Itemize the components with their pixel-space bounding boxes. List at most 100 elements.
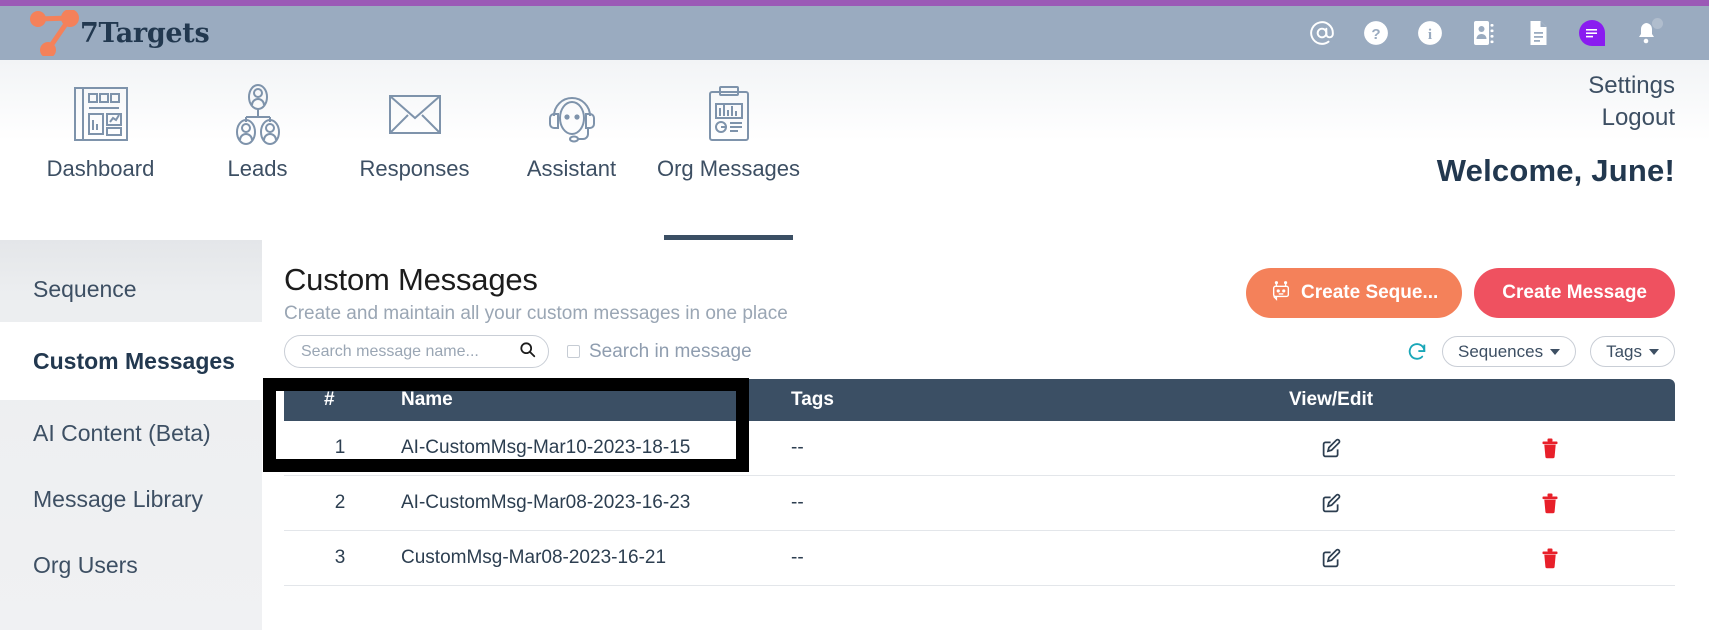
edit-pencil-icon[interactable]	[1321, 548, 1342, 569]
create-sequence-label: Create Seque...	[1301, 282, 1439, 303]
notification-bell-icon[interactable]	[1633, 18, 1663, 46]
search-box[interactable]	[284, 335, 549, 368]
account-actions: Settings Logout Welcome, June!	[1437, 70, 1675, 189]
sidebar-item-label: Message Library	[33, 485, 204, 512]
document-icon[interactable]	[1525, 20, 1551, 46]
page-title: Custom Messages	[284, 262, 538, 297]
at-mention-icon[interactable]	[1309, 20, 1335, 46]
sidebar-item-label: AI Content (Beta)	[33, 419, 211, 446]
create-message-button[interactable]: Create Message	[1474, 268, 1675, 318]
topbar-icon-group: ? i	[1309, 18, 1685, 46]
content-header: Custom Messages Create and maintain all …	[284, 262, 1675, 325]
row-edit-action[interactable]	[1238, 548, 1424, 569]
row-edit-action[interactable]	[1238, 438, 1424, 459]
filter-toolbar: Search in message Sequences Tags	[284, 335, 1675, 368]
svg-text:i: i	[1428, 26, 1432, 43]
table-row[interactable]: 1 AI-CustomMsg-Mar10-2023-18-15 --	[284, 421, 1675, 476]
row-tags: --	[791, 492, 804, 513]
brand-name: 7Targets	[80, 17, 210, 49]
row-delete-action[interactable]	[1424, 547, 1675, 569]
nav-label-org-messages: Org Messages	[656, 156, 801, 181]
settings-link[interactable]: Settings	[1437, 70, 1675, 102]
nav-item-org-messages[interactable]: Org Messages	[650, 60, 807, 240]
refresh-icon[interactable]	[1406, 341, 1428, 363]
sequences-filter-dropdown[interactable]: Sequences	[1442, 336, 1577, 367]
page-subtitle: Create and maintain all your custom mess…	[284, 303, 788, 324]
sidebar-item-label: Sequence	[33, 275, 137, 302]
chevron-down-icon	[1649, 348, 1659, 355]
nav-item-leads[interactable]: Leads	[179, 60, 336, 240]
notification-badge-dot	[1652, 18, 1663, 29]
column-header-number: #	[324, 389, 335, 410]
edit-pencil-icon[interactable]	[1321, 438, 1342, 459]
row-delete-action[interactable]	[1424, 492, 1675, 514]
tags-filter-dropdown[interactable]: Tags	[1590, 336, 1675, 367]
sidebar-item-label: Org Users	[33, 551, 138, 578]
leads-people-icon	[224, 78, 292, 150]
tags-filter-label: Tags	[1606, 341, 1642, 361]
robot-icon	[1270, 279, 1292, 307]
nav-item-assistant[interactable]: Assistant	[493, 60, 650, 240]
nav-label-assistant: Assistant	[526, 156, 617, 181]
main-navigation: Dashboard Leads Responses Assistant Org …	[0, 60, 1709, 240]
page-body: Sequence Custom Messages AI Content (Bet…	[0, 240, 1709, 630]
table-header-row: # Name Tags View/Edit	[284, 379, 1675, 421]
envelope-icon	[381, 78, 449, 150]
messages-table: # Name Tags View/Edit 1 AI-CustomMsg-Mar…	[284, 379, 1675, 586]
headset-agent-icon	[538, 78, 606, 150]
contacts-book-icon[interactable]	[1471, 20, 1497, 46]
search-icon[interactable]	[519, 341, 536, 363]
dashboard-icon	[67, 78, 135, 150]
table-row[interactable]: 3 CustomMsg-Mar08-2023-16-21 --	[284, 531, 1675, 586]
seven-targets-logo-icon	[26, 10, 80, 56]
row-message-name[interactable]: AI-CustomMsg-Mar08-2023-16-23	[396, 492, 786, 514]
nav-label-dashboard: Dashboard	[46, 156, 155, 181]
logout-link[interactable]: Logout	[1437, 102, 1675, 134]
filter-left-group: Search in message	[284, 335, 752, 368]
filter-right-group: Sequences Tags	[1406, 336, 1675, 367]
sidebar-item-message-library[interactable]: Message Library	[0, 466, 262, 532]
row-number: 1	[334, 437, 346, 458]
sequences-filter-label: Sequences	[1458, 341, 1544, 361]
help-question-icon[interactable]: ?	[1363, 20, 1389, 46]
clipboard-chart-icon	[695, 78, 763, 150]
row-delete-action[interactable]	[1424, 437, 1675, 459]
trash-icon[interactable]	[1540, 492, 1560, 514]
secondary-sidebar: Sequence Custom Messages AI Content (Bet…	[0, 240, 262, 630]
row-tags: --	[791, 437, 804, 458]
row-edit-action[interactable]	[1238, 493, 1424, 514]
create-sequence-button[interactable]: Create Seque...	[1246, 268, 1463, 318]
column-header-tags: Tags	[791, 389, 834, 410]
sidebar-item-sequence[interactable]: Sequence	[0, 256, 262, 322]
row-message-name[interactable]: AI-CustomMsg-Mar10-2023-18-15	[396, 437, 786, 459]
checkbox-box[interactable]	[567, 345, 580, 358]
row-message-name[interactable]: CustomMsg-Mar08-2023-16-21	[396, 547, 786, 569]
brand-logo[interactable]: 7Targets	[26, 10, 210, 56]
purple-app-icon[interactable]	[1579, 20, 1605, 46]
sidebar-item-label: Custom Messages	[33, 347, 235, 374]
sidebar-item-ai-content[interactable]: AI Content (Beta)	[0, 400, 262, 466]
table-row[interactable]: 2 AI-CustomMsg-Mar08-2023-16-23 --	[284, 476, 1675, 531]
search-input[interactable]	[301, 342, 519, 361]
row-number: 3	[334, 547, 346, 568]
search-in-message-checkbox[interactable]: Search in message	[567, 341, 752, 363]
sidebar-item-custom-messages[interactable]: Custom Messages	[0, 322, 262, 400]
edit-pencil-icon[interactable]	[1321, 493, 1342, 514]
nav-label-leads: Leads	[227, 156, 288, 181]
nav-label-responses: Responses	[359, 156, 470, 181]
svg-text:?: ?	[1371, 26, 1380, 43]
topbar: 7Targets ? i	[0, 6, 1709, 60]
nav-item-dashboard[interactable]: Dashboard	[22, 60, 179, 240]
trash-icon[interactable]	[1540, 437, 1560, 459]
header-action-buttons: Create Seque... Create Message	[1246, 262, 1675, 318]
sidebar-item-org-users[interactable]: Org Users	[0, 532, 262, 598]
column-header-viewedit: View/Edit	[1288, 389, 1374, 410]
row-number: 2	[334, 492, 346, 513]
main-content: Custom Messages Create and maintain all …	[262, 240, 1709, 630]
column-header-name: Name	[401, 389, 453, 410]
create-message-label: Create Message	[1502, 282, 1647, 303]
welcome-greeting: Welcome, June!	[1436, 152, 1675, 188]
nav-item-responses[interactable]: Responses	[336, 60, 493, 240]
info-icon[interactable]: i	[1417, 20, 1443, 46]
trash-icon[interactable]	[1540, 547, 1560, 569]
